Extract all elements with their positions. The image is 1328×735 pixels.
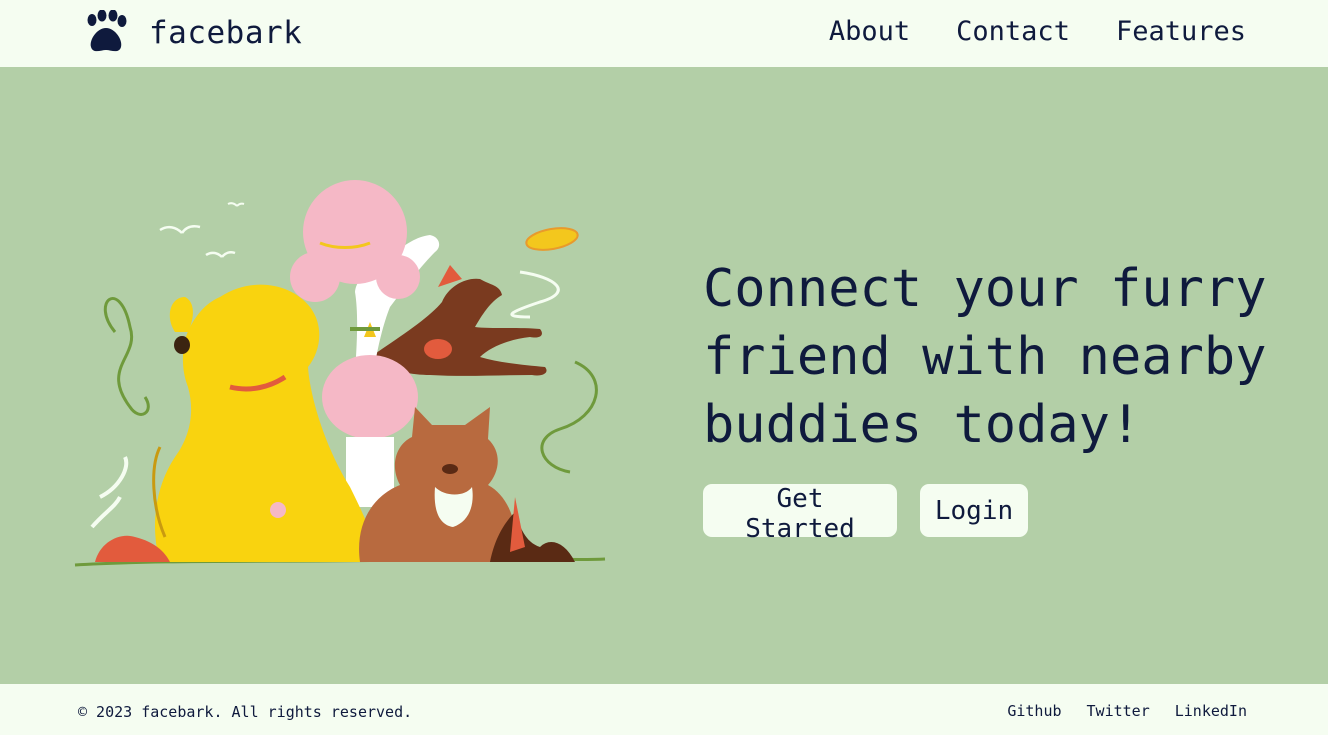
get-started-button[interactable]: Get Started <box>703 484 897 544</box>
headline-line-1: Connect your furry <box>703 259 1267 319</box>
headline-line-3: buddies today! <box>703 395 1142 455</box>
site-header: facebark About Contact Features <box>0 0 1328 67</box>
nav-features[interactable]: Features <box>1116 16 1246 47</box>
footer-link-twitter[interactable]: Twitter <box>1087 702 1150 720</box>
site-footer: © 2023 facebark. All rights reserved. Gi… <box>0 684 1328 735</box>
hero-section: Connect your furry friend with nearby bu… <box>0 67 1328 684</box>
login-button[interactable]: Login <box>920 484 1028 537</box>
footer-links: Github Twitter LinkedIn <box>1007 702 1247 720</box>
footer-link-linkedin[interactable]: LinkedIn <box>1175 702 1247 720</box>
nav-contact[interactable]: Contact <box>956 16 1070 47</box>
brand-name: facebark <box>149 15 303 51</box>
nav-about[interactable]: About <box>829 16 910 47</box>
hero-headline: Connect your furry friend with nearby bu… <box>703 255 1303 459</box>
main-nav: About Contact Features <box>829 16 1246 47</box>
headline-line-2: friend with nearby <box>703 327 1267 387</box>
dogs-illustration <box>74 180 606 567</box>
paw-icon <box>83 9 129 60</box>
copyright-text: © 2023 facebark. All rights reserved. <box>78 703 413 721</box>
brand-logo[interactable]: facebark <box>83 9 302 60</box>
footer-link-github[interactable]: Github <box>1007 702 1061 720</box>
